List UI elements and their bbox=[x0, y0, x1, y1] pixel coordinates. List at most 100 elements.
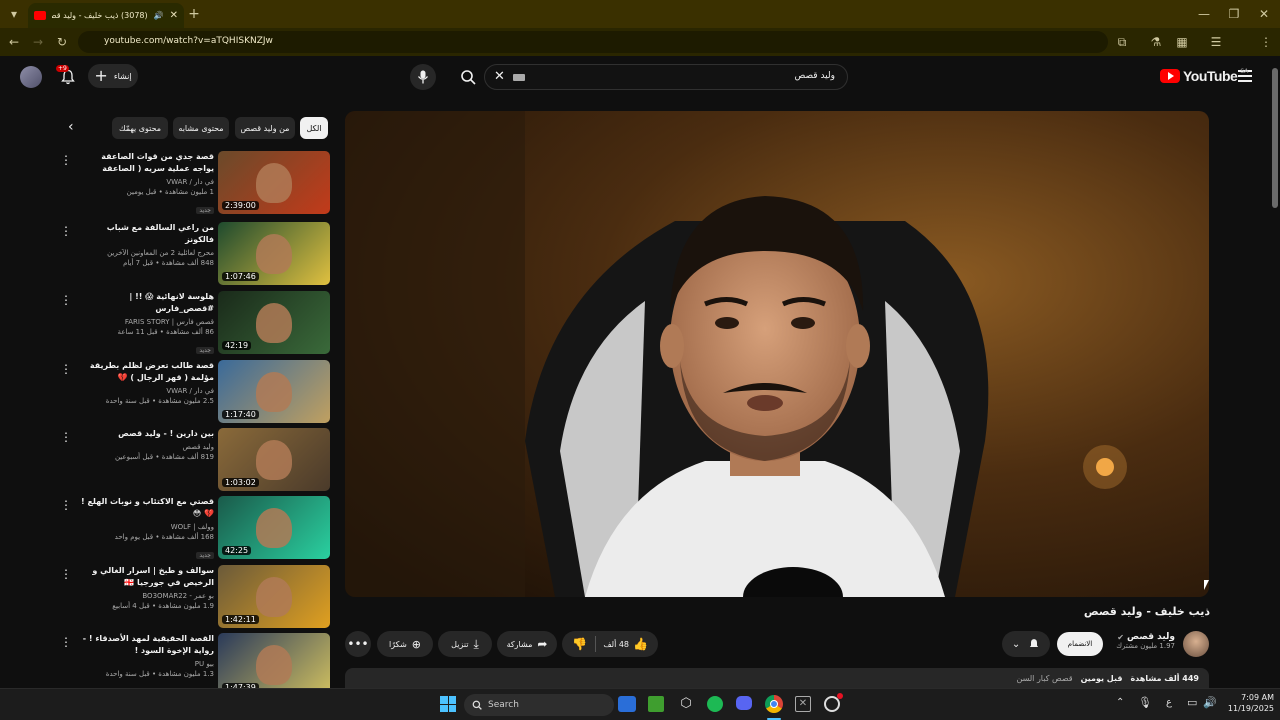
related-video-title[interactable]: سوالف و طبخ | اسرار الغالي و الرخيص في ج… bbox=[78, 565, 214, 589]
video-thumbnail[interactable]: 42:19 bbox=[218, 291, 330, 354]
flask-icon[interactable]: ⚗ bbox=[1148, 34, 1164, 50]
input-language-indicator[interactable]: ع bbox=[1166, 697, 1172, 708]
chrome-app-icon[interactable] bbox=[765, 695, 783, 713]
video-thumbnail[interactable]: 42:25 bbox=[218, 496, 330, 559]
voice-search-button[interactable] bbox=[410, 64, 436, 90]
related-video-title[interactable]: من راعي السالفة مع شباب فالكونز bbox=[78, 222, 214, 246]
back-icon[interactable]: ← bbox=[6, 34, 22, 50]
dislike-button[interactable]: 👎 bbox=[572, 637, 587, 651]
related-video-item[interactable]: 1:03:02 بين دارين ! - وليد قصص وليد قصص … bbox=[60, 428, 330, 492]
forward-icon[interactable]: → bbox=[30, 34, 46, 50]
restore-icon[interactable]: ❐ bbox=[1226, 6, 1242, 22]
unity-app-icon[interactable]: ⬡ bbox=[678, 696, 694, 712]
create-button[interactable]: إنشاء + bbox=[88, 64, 138, 88]
thanks-button[interactable]: ⊕ شكرًا bbox=[377, 631, 433, 657]
more-options-icon[interactable]: ⋮ bbox=[60, 635, 72, 649]
video-thumbnail[interactable]: 1:42:11 bbox=[218, 565, 330, 628]
chip-similar[interactable]: محتوى مشابه bbox=[173, 117, 229, 139]
opera-app-icon[interactable] bbox=[824, 693, 843, 712]
tab-search-icon[interactable]: ▾ bbox=[6, 6, 22, 22]
chip-for-you[interactable]: محتوى يهمّك bbox=[112, 117, 168, 139]
more-options-icon[interactable]: ⋮ bbox=[60, 567, 72, 581]
description-box[interactable]: 449 ألف مشاهدة قبل يومين قصص كبار السن bbox=[345, 668, 1209, 688]
video-thumbnail[interactable]: 1:17:40 bbox=[218, 360, 330, 423]
channel-info[interactable]: وليد قصص ✔ 1.97 مليون مشترك bbox=[1116, 632, 1175, 650]
browser-menu-icon[interactable]: ⋮ bbox=[1258, 34, 1274, 50]
youtube-logo[interactable]: YouTube SA bbox=[1160, 68, 1248, 84]
page-scrollbar[interactable] bbox=[1272, 62, 1278, 688]
chips-scroll-left-icon[interactable]: ‹ bbox=[68, 119, 74, 135]
notifications-button[interactable]: +9 bbox=[56, 65, 78, 86]
related-video-item[interactable]: 1:07:46 من راعي السالفة مع شباب فالكونز … bbox=[60, 222, 330, 286]
minecraft-app-icon[interactable] bbox=[648, 696, 664, 712]
new-tab-button[interactable]: + bbox=[186, 6, 202, 22]
network-icon[interactable]: ▭ bbox=[1187, 696, 1197, 709]
explorer-app-icon[interactable] bbox=[618, 696, 636, 712]
start-button[interactable] bbox=[440, 696, 456, 712]
clock[interactable]: 7:09 AM 11/19/2025 bbox=[1222, 692, 1274, 714]
related-video-item[interactable]: 1:17:40 قصة طالب تعرض لظلم بطريقة مؤلمة … bbox=[60, 360, 330, 424]
related-video-channel[interactable]: محرج لعائلية 2 من المعاونين الآخرين bbox=[78, 248, 214, 258]
channel-name[interactable]: وليد قصص bbox=[1127, 632, 1175, 642]
video-thumbnail[interactable]: 1:03:02 bbox=[218, 428, 330, 491]
search-button[interactable] bbox=[452, 64, 484, 90]
related-video-item[interactable]: 2:39:00 قصة جدي من قوات الصاعقة يواجه عم… bbox=[60, 151, 330, 215]
join-button[interactable]: الانضمام bbox=[1057, 632, 1103, 656]
related-video-title[interactable]: قصتي مع الاكتئاب و نوبات الهلع ! 💔 😳 bbox=[78, 496, 214, 520]
more-options-icon[interactable]: ⋮ bbox=[60, 224, 72, 238]
tray-microphone-icon[interactable]: 🎙 bbox=[1138, 696, 1152, 709]
more-options-icon[interactable]: ⋮ bbox=[60, 362, 72, 376]
related-video-item[interactable]: 42:19 هلوسة لانهائية 😱 !! | #قصص_فارس قص… bbox=[60, 291, 330, 355]
related-video-channel[interactable]: بو عمر - BO3OMAR22 bbox=[78, 591, 214, 601]
video-thumbnail[interactable]: 2:39:00 bbox=[218, 151, 330, 214]
audio-icon[interactable]: 🔊 bbox=[154, 11, 164, 20]
account-avatar[interactable] bbox=[20, 66, 42, 88]
channel-avatar[interactable] bbox=[1183, 631, 1209, 657]
more-options-icon[interactable]: ⋮ bbox=[60, 430, 72, 444]
search-input[interactable]: وليد قصص bbox=[794, 71, 835, 81]
like-button[interactable]: 48 ألف 👍 bbox=[603, 637, 648, 651]
related-video-title[interactable]: قصة طالب تعرض لظلم بطريقة مؤلمة ( قهر ال… bbox=[78, 360, 214, 384]
browser-tab[interactable]: ✕ 🔊 (3078) ذيب خليف - وليد قصص bbox=[28, 3, 184, 28]
related-video-channel[interactable]: وليد قصص bbox=[78, 442, 214, 452]
related-video-title[interactable]: القصة الحقيقية لمهد الأصدقاء ! - رواية ا… bbox=[78, 633, 214, 657]
excel-app-icon[interactable]: ✕ bbox=[795, 696, 811, 712]
reading-list-icon[interactable]: ☰ bbox=[1208, 34, 1224, 50]
related-video-title[interactable]: بين دارين ! - وليد قصص bbox=[78, 428, 214, 440]
more-actions-button[interactable]: ••• bbox=[345, 631, 371, 657]
window-close-icon[interactable]: ✕ bbox=[1256, 6, 1272, 22]
related-video-channel[interactable]: وولف | WOLF bbox=[78, 522, 214, 532]
download-button[interactable]: ⤓ تنزيل bbox=[438, 631, 492, 657]
more-options-icon[interactable]: ⋮ bbox=[60, 153, 72, 167]
related-video-title[interactable]: قصة جدي من قوات الصاعقة يواجه عملية سريه… bbox=[78, 151, 214, 175]
minimize-icon[interactable]: — bbox=[1196, 6, 1212, 22]
video-thumbnail[interactable]: 1:47:39 bbox=[218, 633, 330, 696]
related-video-channel[interactable]: في دار / VWAR bbox=[78, 386, 214, 396]
related-video-item[interactable]: 1:42:11 سوالف و طبخ | اسرار الغالي و الر… bbox=[60, 565, 330, 629]
more-options-icon[interactable]: ⋮ bbox=[60, 498, 72, 512]
discord-app-icon[interactable] bbox=[736, 696, 752, 710]
clear-search-icon[interactable]: ✕ bbox=[494, 69, 505, 84]
chip-all[interactable]: الكل bbox=[300, 117, 328, 139]
tab-groups-icon[interactable]: ▦ bbox=[1174, 34, 1190, 50]
share-button[interactable]: ➦ مشاركة bbox=[497, 631, 557, 657]
more-options-icon[interactable]: ⋮ bbox=[60, 293, 72, 307]
taskbar-search[interactable]: Search bbox=[464, 694, 614, 716]
video-player[interactable] bbox=[345, 111, 1209, 597]
volume-icon[interactable]: 🔊 bbox=[1203, 696, 1217, 709]
spotify-app-icon[interactable] bbox=[707, 696, 723, 712]
related-video-title[interactable]: هلوسة لانهائية 😱 !! | #قصص_فارس bbox=[78, 291, 214, 315]
chip-from-channel[interactable]: من وليد قصص bbox=[235, 117, 295, 139]
extensions-icon[interactable]: ⧉ bbox=[1114, 34, 1130, 50]
video-thumbnail[interactable]: 1:07:46 bbox=[218, 222, 330, 285]
related-video-channel[interactable]: قصص فارس | FARIS STORY bbox=[78, 317, 214, 327]
related-video-channel[interactable]: بيو PU bbox=[78, 659, 214, 669]
reload-icon[interactable]: ↻ bbox=[54, 34, 70, 50]
subscribe-bell-button[interactable]: ⌄ bbox=[1002, 631, 1050, 657]
related-video-item[interactable]: 42:25 قصتي مع الاكتئاب و نوبات الهلع ! 💔… bbox=[60, 496, 330, 560]
search-box[interactable]: وليد قصص ✕ bbox=[484, 64, 848, 90]
close-tab-icon[interactable]: ✕ bbox=[170, 10, 178, 21]
keyboard-icon[interactable] bbox=[513, 74, 525, 81]
url-text-overlay[interactable]: youtube.com/watch?v=aTQHISKNZJw bbox=[104, 36, 273, 46]
tray-chevron-icon[interactable]: ⌃ bbox=[1116, 697, 1124, 708]
